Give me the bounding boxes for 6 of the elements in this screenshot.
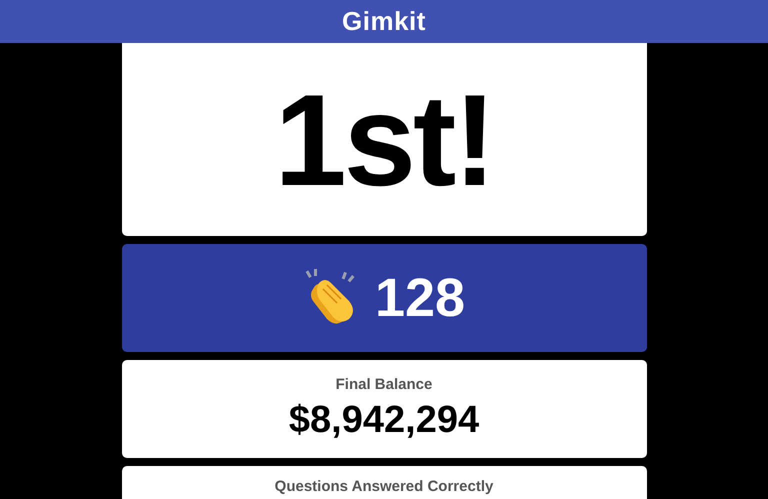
stat-label: Final Balance [336, 376, 432, 393]
placement-text: 1st! [274, 74, 494, 204]
stat-label: Questions Answered Correctly [274, 478, 494, 495]
streak-count: 128 [374, 271, 466, 325]
app-logo: Gimkit [342, 6, 426, 37]
stat-value: $8,942,294 [288, 399, 480, 442]
